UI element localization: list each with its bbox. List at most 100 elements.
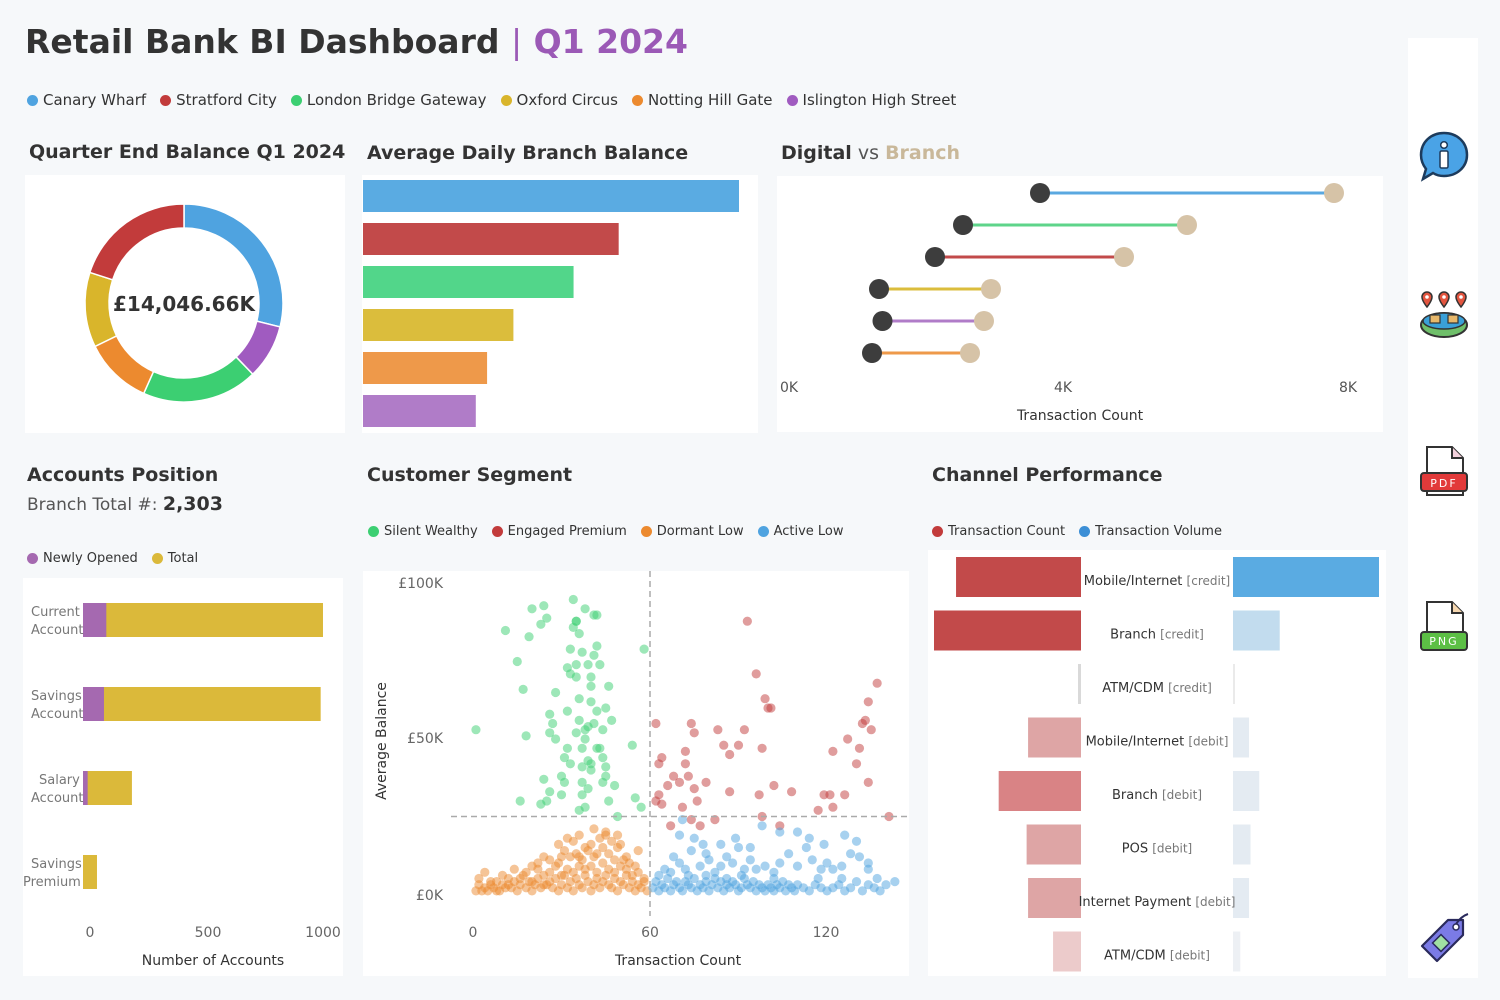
segment-point-engaged-premium xyxy=(825,790,835,800)
accounts-card: Current Account Savings Account Salary Acco… xyxy=(23,578,343,976)
segment-point-engaged-premium xyxy=(866,725,876,735)
segment-point-active-low xyxy=(890,877,900,887)
segment-point-active-low xyxy=(698,839,708,849)
segment-point-silent-wealthy xyxy=(639,644,649,654)
segment-point-engaged-premium xyxy=(733,740,744,750)
channel-count-bar xyxy=(1028,878,1081,918)
title-period: Q1 2024 xyxy=(533,22,688,61)
segment-point-active-low xyxy=(775,858,785,868)
segment-point-engaged-premium xyxy=(872,678,882,688)
png-file-icon[interactable]: PNG xyxy=(1418,600,1470,652)
donut-slice xyxy=(94,334,155,395)
segment-point-active-low xyxy=(666,867,676,877)
segment-point-engaged-premium xyxy=(657,753,667,763)
account-category-label: Current Account xyxy=(31,605,84,638)
branch-legend-item[interactable]: London Bridge Gateway xyxy=(290,91,487,109)
channel-row-name: Branch xyxy=(1112,788,1162,803)
segment-point-silent-wealthy xyxy=(598,753,608,763)
map-pins-icon[interactable] xyxy=(1418,288,1470,340)
accounts-tick-label: 1000 xyxy=(305,925,341,941)
segment-point-engaged-premium xyxy=(828,746,838,756)
segment-point-active-low xyxy=(745,855,755,865)
segment-point-active-low xyxy=(851,877,862,887)
segment-point-active-low xyxy=(760,861,770,871)
channel-legend-item[interactable]: Transaction Volume xyxy=(1079,524,1222,539)
segment-point-engaged-premium xyxy=(686,718,696,729)
channel-row-tag: [credit] xyxy=(1168,681,1212,695)
channel-row-tag: [credit] xyxy=(1187,574,1231,588)
segment-point-active-low xyxy=(654,870,664,880)
segment-point-dormant-low xyxy=(492,886,502,896)
segment-point-silent-wealthy xyxy=(586,681,596,691)
segment-point-active-low xyxy=(863,864,873,874)
segment-point-engaged-premium xyxy=(719,740,729,750)
channel-volume-bar xyxy=(1233,771,1260,811)
donut-slice xyxy=(88,203,185,281)
segment-point-active-low xyxy=(807,855,817,865)
segment-point-active-low xyxy=(736,870,747,880)
segment-point-active-low xyxy=(837,873,847,884)
info-icon[interactable] xyxy=(1418,130,1470,182)
branch-legend-item[interactable]: Canary Wharf xyxy=(27,91,146,109)
segment-point-engaged-premium xyxy=(840,790,850,800)
channel-row-label: POS [debit] xyxy=(1122,842,1193,857)
account-total-bar xyxy=(83,771,132,805)
segment-point-engaged-premium xyxy=(725,749,735,760)
segment-legend-item[interactable]: Silent Wealthy xyxy=(368,524,478,539)
segment-point-silent-wealthy xyxy=(586,672,596,682)
branch-legend-item[interactable]: Notting Hill Gate xyxy=(631,91,773,109)
segment-point-engaged-premium xyxy=(754,790,764,800)
segment-x-title: Transaction Count xyxy=(614,953,742,969)
digital-point xyxy=(925,247,945,267)
segment-point-silent-wealthy xyxy=(580,604,590,614)
segment-point-active-low xyxy=(686,846,696,856)
segment-point-engaged-premium xyxy=(813,805,823,815)
digital-branch-chart: 0K 4K 8K Transaction Count xyxy=(780,183,1358,424)
segment-point-engaged-premium xyxy=(677,802,688,812)
segment-point-silent-wealthy xyxy=(571,728,581,738)
segment-point-silent-wealthy xyxy=(539,774,549,784)
price-tag-icon[interactable] xyxy=(1418,912,1470,964)
pdf-file-icon[interactable]: PDF xyxy=(1418,445,1470,497)
segment-point-silent-wealthy xyxy=(595,660,605,670)
segment-legend-item[interactable]: Active Low xyxy=(757,524,844,539)
account-category-label: Savings Premium xyxy=(23,857,82,890)
segment-point-engaged-premium xyxy=(666,821,676,831)
avg-daily-title: Average Daily Branch Balance xyxy=(367,142,689,164)
segment-point-dormant-low xyxy=(633,846,643,856)
accounts-legend-item[interactable]: Total xyxy=(151,551,198,566)
digital-point xyxy=(1030,183,1050,203)
segment-point-silent-wealthy xyxy=(589,610,599,620)
segment-point-active-low xyxy=(846,849,856,859)
channel-card: Mobile/Internet [credit] Branch [credit] A… xyxy=(928,550,1386,976)
segment-point-active-low xyxy=(792,861,803,871)
segment-point-silent-wealthy xyxy=(630,793,640,803)
channel-legend-item[interactable]: Transaction Count xyxy=(932,524,1065,539)
segment-x-tick: 0 xyxy=(469,925,478,941)
segment-point-silent-wealthy xyxy=(601,762,611,772)
legend-dot xyxy=(368,526,379,537)
branch-point xyxy=(981,279,1001,299)
channel-count-bar xyxy=(998,771,1081,811)
branch-legend-item[interactable]: Islington High Street xyxy=(786,91,956,109)
digital-point xyxy=(869,279,889,299)
segment-point-active-low xyxy=(728,858,738,868)
branch-legend-item[interactable]: Oxford Circus xyxy=(500,91,618,109)
segment-card: £100K £50K £0K 0 60 120 Transaction Coun… xyxy=(363,571,909,976)
segment-legend-item[interactable]: Engaged Premium xyxy=(491,524,627,539)
map-pins-icon-graphic xyxy=(1420,291,1468,338)
segment-point-silent-wealthy xyxy=(586,697,596,707)
segment-point-silent-wealthy xyxy=(521,731,531,741)
accounts-legend-item[interactable]: Newly Opened xyxy=(27,551,138,566)
segment-y-title: Average Balance xyxy=(374,682,390,800)
segment-point-engaged-premium xyxy=(751,669,761,679)
segment-point-dormant-low xyxy=(527,861,537,871)
segment-legend-item[interactable]: Dormant Low xyxy=(640,524,744,539)
segment-point-engaged-premium xyxy=(680,746,690,756)
dumbbell-tick-label: 8K xyxy=(1339,380,1358,396)
legend-label: Silent Wealthy xyxy=(384,524,478,539)
branch-legend-item[interactable]: Stratford City xyxy=(160,91,277,109)
segment-point-active-low xyxy=(757,821,767,831)
channel-row-tag: [debit] xyxy=(1195,895,1235,909)
segment-point-silent-wealthy xyxy=(577,777,587,787)
